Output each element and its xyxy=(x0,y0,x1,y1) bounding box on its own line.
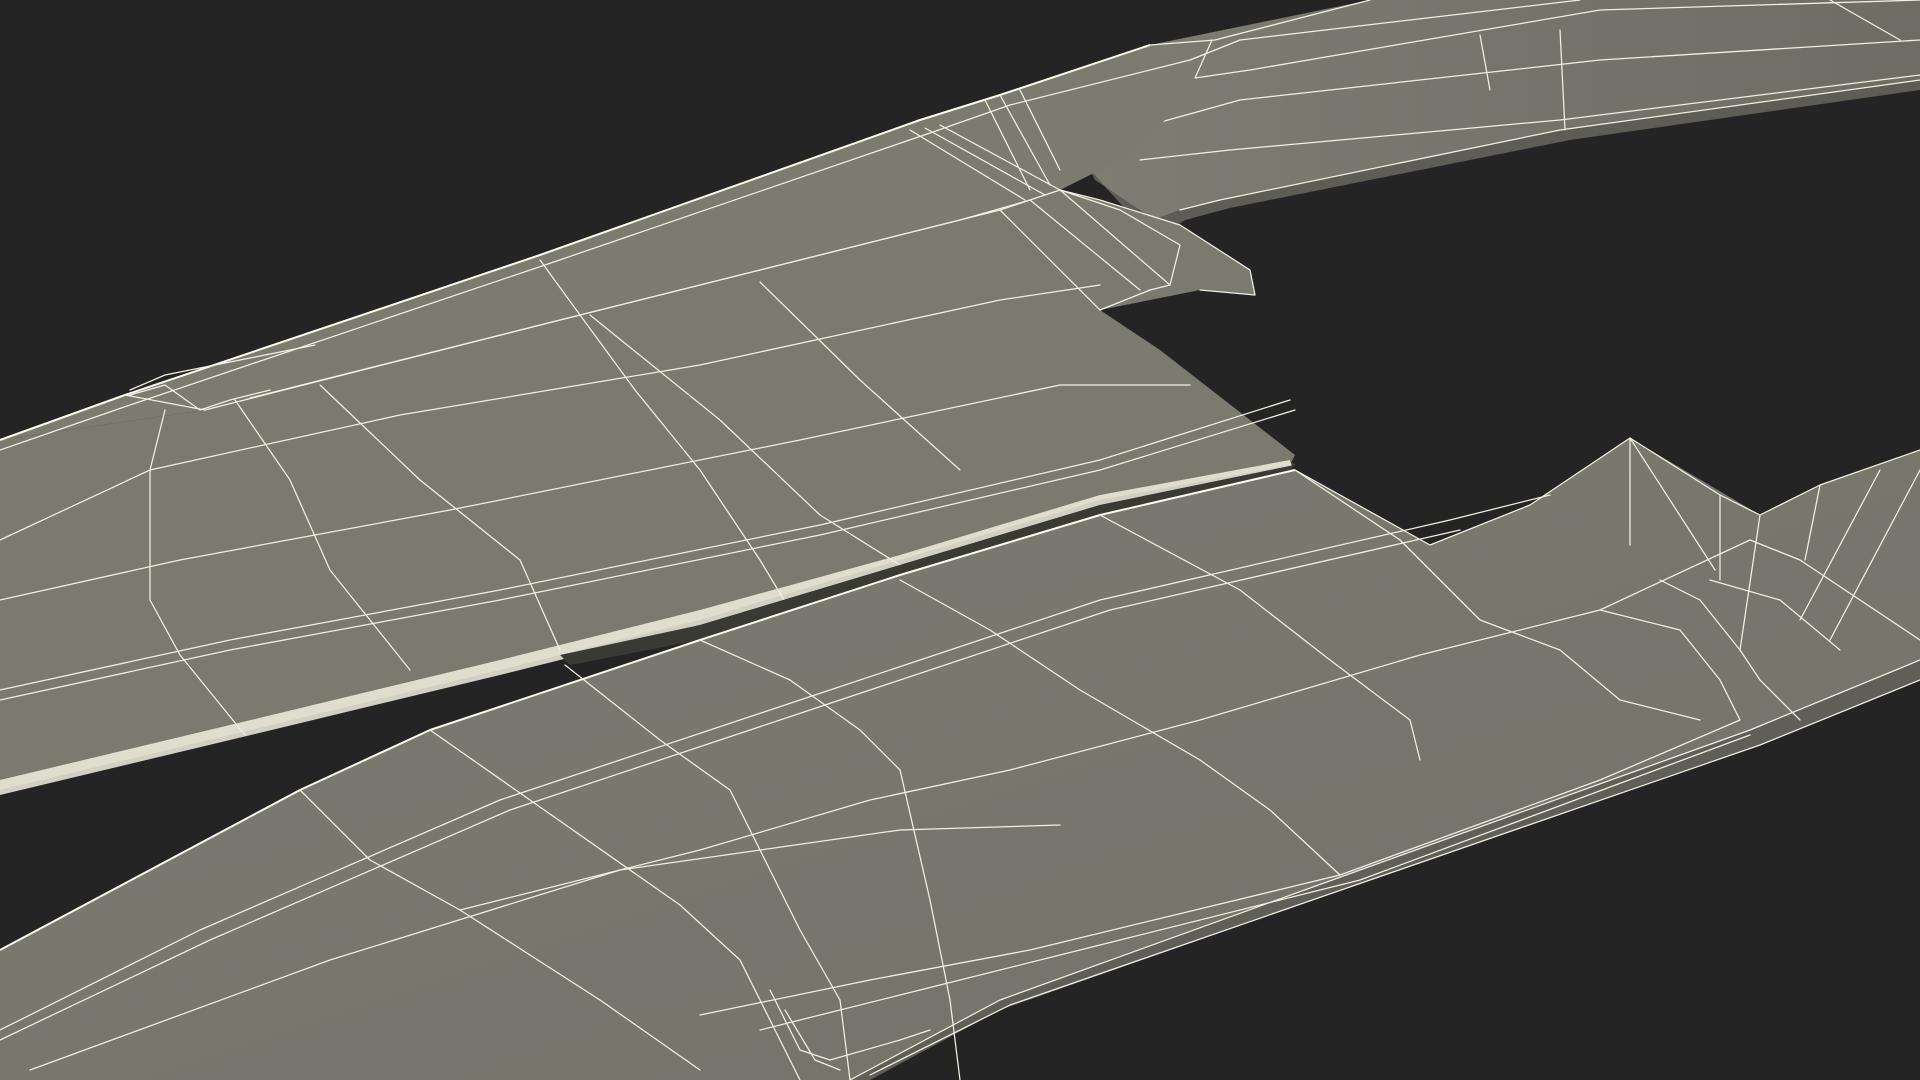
render-viewport xyxy=(0,0,1920,1080)
wireframe-render xyxy=(0,0,1920,1080)
